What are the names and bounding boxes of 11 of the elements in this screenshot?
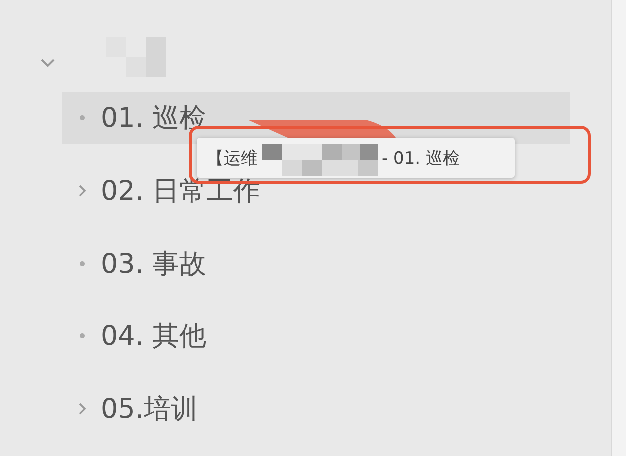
tree-item[interactable]: 03. 事故 — [62, 238, 570, 290]
bullet-icon — [78, 333, 87, 340]
chevron-right-icon[interactable] — [78, 402, 87, 416]
tooltip-text: 【运维 — [207, 148, 258, 170]
tooltip-text: - 01. 巡检 — [382, 148, 460, 170]
tree-item[interactable]: 04. 其他 — [62, 310, 570, 362]
chevron-down-icon[interactable] — [40, 58, 56, 68]
tree-item[interactable]: 05.培训 — [62, 383, 570, 435]
chevron-right-icon[interactable] — [78, 184, 87, 198]
bullet-icon — [78, 260, 87, 267]
bullet-icon — [78, 115, 87, 122]
